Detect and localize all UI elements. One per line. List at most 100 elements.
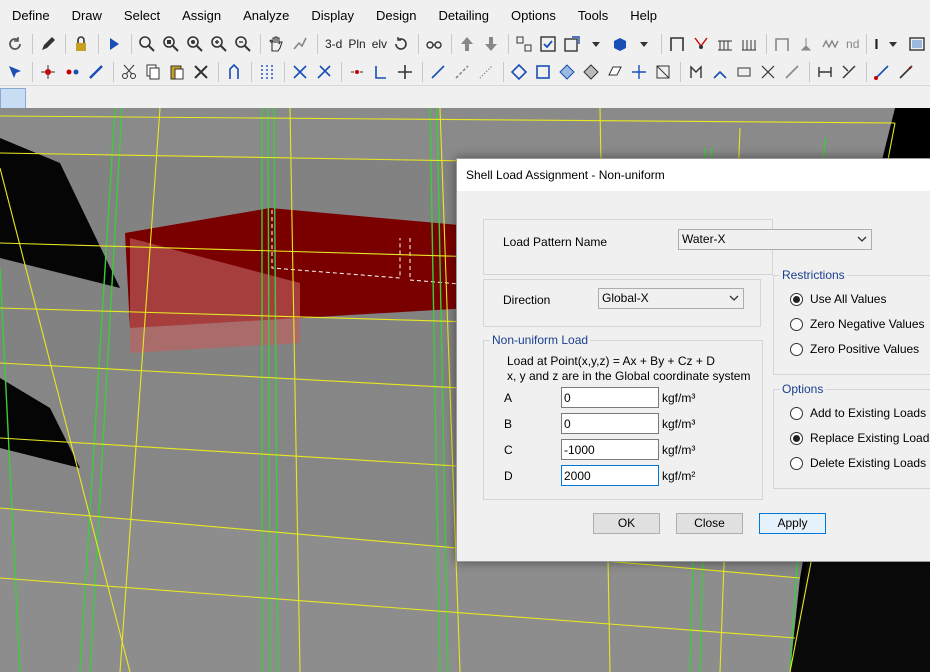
paste-icon[interactable] [166,61,188,83]
move-icon[interactable] [394,61,416,83]
menu-select[interactable]: Select [113,0,171,32]
object-shrink-icon[interactable] [513,33,535,55]
draw-opening-icon[interactable] [628,61,650,83]
zoom-in-icon[interactable] [208,33,230,55]
direction-select[interactable]: Global-X [598,288,744,309]
draw-area-icon[interactable] [508,61,530,83]
support-icon[interactable] [795,33,817,55]
load-pattern-select[interactable]: Water-X [678,229,872,250]
coef-b-input[interactable] [561,413,659,434]
reference-point-icon[interactable] [709,61,731,83]
coef-d-input[interactable] [561,465,659,486]
run-analysis-icon[interactable] [103,33,125,55]
dropdown-arrow-icon[interactable] [585,33,607,55]
menu-help[interactable]: Help [619,0,668,32]
draw-cross-brace-icon[interactable] [313,61,335,83]
lock-icon[interactable] [70,33,92,55]
snap-point-icon[interactable] [346,61,368,83]
model-view-tab[interactable] [0,88,26,108]
radio-use-all-values[interactable]: Use All Values [790,292,886,306]
radio-add-to-existing-loads[interactable]: Add to Existing Loads [790,406,926,420]
extrude-icon[interactable] [609,33,631,55]
menu-design[interactable]: Design [365,0,427,32]
view-3d-button[interactable]: 3-d [322,37,345,51]
dropdown-arrow-icon[interactable] [882,33,904,55]
draw-grid-icon[interactable] [256,61,278,83]
brace-icon[interactable] [690,33,712,55]
refresh-icon[interactable] [4,33,26,55]
perspective-icon[interactable] [423,33,445,55]
menu-analyze[interactable]: Analyze [232,0,300,32]
cut-icon[interactable] [118,61,140,83]
spring-icon[interactable] [819,33,841,55]
delete-icon[interactable] [190,61,212,83]
window-icon[interactable] [906,33,928,55]
set-display-icon[interactable] [537,33,559,55]
auto-draw-icon[interactable] [781,61,803,83]
opening-icon[interactable] [771,33,793,55]
wall-stack-icon[interactable] [757,61,779,83]
dimension-icon[interactable] [685,61,707,83]
close-button[interactable]: Close [676,513,743,534]
draw-link-icon[interactable] [871,61,893,83]
move-up-icon[interactable] [456,33,478,55]
draw-wall-area-icon[interactable] [580,61,602,83]
draw-diag-1-icon[interactable] [427,61,449,83]
radio-zero-negative-values[interactable]: Zero Negative Values [790,317,925,331]
menu-display[interactable]: Display [300,0,365,32]
select-pointer-icon[interactable] [4,61,26,83]
snap-end-icon[interactable] [370,61,392,83]
draw-slab-icon[interactable] [604,61,626,83]
zoom-window-icon[interactable] [136,33,158,55]
draw-rect-area-icon[interactable] [532,61,554,83]
ok-button[interactable]: OK [593,513,660,534]
shell-load-assignment-dialog: Shell Load Assignment - Non-uniform Load… [456,158,930,562]
coef-c-label: C [504,443,513,457]
menu-detailing[interactable]: Detailing [427,0,500,32]
draw-diag-3-icon[interactable] [475,61,497,83]
draw-brace-icon[interactable] [289,61,311,83]
wall-icon[interactable] [738,33,760,55]
display-options-icon[interactable] [561,33,583,55]
plan-view-button[interactable]: Pln [345,37,368,51]
coef-a-input[interactable] [561,387,659,408]
developed-elevation-icon[interactable] [733,61,755,83]
move-down-icon[interactable] [480,33,502,55]
copy-icon[interactable] [142,61,164,83]
draw-line-icon[interactable] [85,61,107,83]
draw-secondary-beam-icon[interactable] [838,61,860,83]
zoom-all-icon[interactable] [184,33,206,55]
draw-quad-icon[interactable] [556,61,578,83]
radio-button-icon [790,456,803,470]
menu-options[interactable]: Options [500,0,567,32]
beam-icon[interactable] [714,33,736,55]
radio-replace-existing-loads[interactable]: Replace Existing Loads [790,431,930,445]
draw-diag-2-icon[interactable] [451,61,473,83]
menu-draw[interactable]: Draw [61,0,113,32]
menu-tools[interactable]: Tools [567,0,619,32]
coef-c-input[interactable] [561,439,659,460]
node-label-button[interactable]: nd [843,37,862,51]
draw-column-icon[interactable] [223,61,245,83]
draw-section-cut-icon[interactable] [652,61,674,83]
apply-button[interactable]: Apply [759,513,826,534]
pencil-icon[interactable] [37,33,59,55]
menu-assign[interactable]: Assign [171,0,232,32]
dropdown-arrow-icon[interactable] [633,33,655,55]
draw-beam-icon[interactable] [814,61,836,83]
draw-joint-icon[interactable] [37,61,59,83]
elevation-view-button[interactable]: elv [369,37,390,51]
frame-icon[interactable] [666,33,688,55]
pan-hand-icon[interactable] [265,33,287,55]
rubber-band-icon[interactable] [289,33,311,55]
coef-d-label: D [504,469,513,483]
rotate-3d-icon[interactable] [390,33,412,55]
radio-delete-existing-loads[interactable]: Delete Existing Loads [790,456,926,470]
cursor-mode-button[interactable]: I [871,36,881,53]
zoom-out-icon[interactable] [232,33,254,55]
zoom-restore-icon[interactable] [160,33,182,55]
radio-zero-positive-values[interactable]: Zero Positive Values [790,342,919,356]
draw-joint-link-icon[interactable] [61,61,83,83]
draw-tendon-icon[interactable] [895,61,917,83]
menu-define[interactable]: Define [0,0,61,32]
